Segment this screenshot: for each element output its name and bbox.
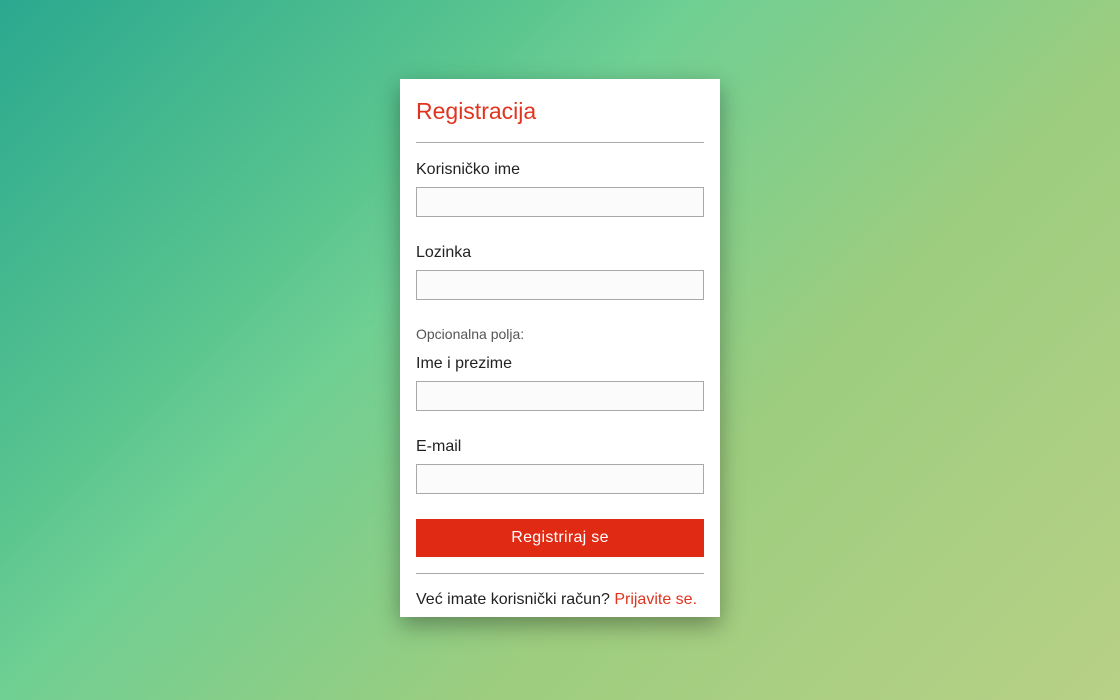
- password-input[interactable]: [416, 270, 704, 300]
- username-label: Korisničko ime: [416, 161, 521, 178]
- form-title: Registracija: [416, 98, 537, 124]
- email-input[interactable]: [416, 464, 704, 494]
- optional-fields-heading: Opcionalna polja:: [416, 326, 525, 342]
- username-input[interactable]: [416, 187, 704, 217]
- password-label: Lozinka: [416, 244, 472, 261]
- login-link[interactable]: Prijavite se.: [614, 591, 697, 608]
- fullname-label: Ime i prezime: [416, 355, 513, 372]
- registration-card: Registracija Korisničko ime Lozinka Opci…: [400, 79, 720, 617]
- title-divider: [416, 142, 704, 143]
- login-prompt-text: Već imate korisnički račun?: [416, 591, 610, 608]
- footer-divider: [416, 573, 704, 574]
- register-button[interactable]: Registriraj se: [416, 519, 704, 557]
- fullname-input[interactable]: [416, 381, 704, 411]
- email-label: E-mail: [416, 438, 462, 455]
- login-prompt: Već imate korisnički račun? Prijavite se…: [416, 590, 704, 610]
